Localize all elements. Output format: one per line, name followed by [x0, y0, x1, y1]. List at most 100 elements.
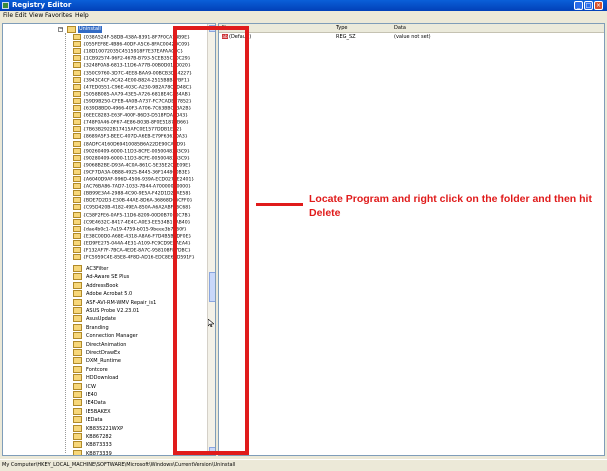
tree-item-label: KB873339	[86, 450, 112, 456]
folder-icon	[73, 211, 81, 218]
folder-icon	[73, 218, 81, 225]
folder-icon	[73, 239, 81, 246]
folder-icon	[73, 374, 82, 382]
folder-icon	[73, 281, 82, 289]
list-header: Name Type Data	[219, 24, 604, 33]
menu-view[interactable]: View	[29, 12, 43, 20]
collapse-icon[interactable]: −	[58, 27, 63, 32]
folder-icon	[73, 391, 82, 398]
status-path: My Computer\HKEY_LOCAL_MACHINE\SOFTWARE\…	[2, 462, 236, 468]
tree-item-program-key[interactable]: KB873339	[73, 449, 112, 456]
folder-icon	[73, 407, 82, 415]
folder-icon	[73, 433, 82, 440]
tree-item-guid-key[interactable]: {18D10072035C4515918F7E37EAFAACFC}	[73, 48, 183, 55]
menu-favorites[interactable]: Favorites	[45, 12, 72, 20]
folder-icon	[73, 332, 82, 340]
menu-bar: File Edit View Favorites Help	[0, 11, 607, 21]
registry-editor-icon	[2, 2, 9, 9]
folder-icon	[73, 48, 81, 55]
mouse-cursor-icon	[208, 319, 214, 327]
maximize-button[interactable]: □	[584, 1, 593, 10]
tree-item-label: IE40	[86, 392, 97, 398]
folder-icon	[73, 323, 82, 331]
folder-icon	[73, 161, 81, 168]
value-row-type: REG_SZ	[336, 34, 356, 40]
tree-item-guid-key[interactable]: {8ADFC4160D69410085B6A22DE90CA8D9}	[73, 140, 186, 148]
tree-item-guid-key[interactable]: {7B63B2922B17415AFC0E1577DDB1EC2}	[73, 126, 182, 133]
folder-icon	[73, 154, 81, 161]
folder-icon	[73, 416, 82, 424]
highlight-box	[173, 26, 249, 455]
tree-item-guid-key[interactable]: {dae4b0c1-7a19-4759-b015-9beee3b7360f}	[73, 225, 187, 233]
tree-item-label: DirectDrawEx	[86, 350, 121, 356]
tree-item-label: {8ADFC4160D69410085B6A22DE90CA8D9}	[83, 142, 186, 147]
annotation-pointer-line	[256, 203, 303, 206]
column-header-data[interactable]: Data	[394, 24, 406, 32]
values-list-pane[interactable]: Name Type Data ab (Default) REG_SZ (value…	[218, 23, 605, 456]
tree-item-label: Fontcore	[86, 366, 108, 373]
column-header-type[interactable]: Type	[336, 24, 347, 32]
folder-icon	[73, 176, 81, 182]
folder-icon	[73, 62, 81, 69]
tree-item-label: HDDownload	[86, 375, 119, 382]
folder-icon	[73, 315, 82, 323]
tree-item-label: KB835221WXP	[86, 425, 124, 432]
menu-help[interactable]: Help	[75, 12, 89, 20]
folder-icon	[73, 76, 81, 83]
tree-connector-line	[65, 33, 67, 453]
tree-item-label: KB873333	[86, 442, 112, 449]
tree-item-guid-key[interactable]: {8689A5F3-BEEC-407D-A6EB-E79F6362DA3}	[73, 133, 188, 140]
tree-item-label: {dae4b0c1-7a19-4759-b015-9beee3b7360f}	[83, 227, 187, 233]
folder-icon	[73, 449, 82, 455]
folder-icon	[73, 83, 81, 90]
tree-item-guid-key[interactable]: {6EEC8283-E63F-400F-86D3-D518FDA8D43}	[73, 112, 188, 119]
tree-item-label: IE4Data	[86, 400, 106, 407]
window-title: Registry Editor	[12, 1, 72, 9]
menu-file[interactable]: File	[3, 12, 13, 20]
folder-icon	[73, 225, 81, 232]
tree-item-label: DXM_Runtime	[86, 358, 121, 365]
tree-item-label: AC3Filter	[86, 266, 109, 272]
folder-icon	[73, 69, 81, 76]
folder-icon	[73, 441, 82, 449]
folder-icon	[73, 365, 82, 373]
folder-icon	[73, 140, 81, 147]
menu-edit[interactable]: Edit	[15, 12, 27, 20]
folder-icon	[73, 112, 81, 119]
folder-icon	[73, 190, 81, 197]
folder-icon	[73, 382, 82, 390]
close-button[interactable]: ×	[594, 1, 603, 10]
folder-icon	[73, 97, 81, 104]
tree-item-label: Adobe Acrobat 5.0	[86, 291, 133, 298]
folder-icon	[73, 232, 81, 239]
folder-icon	[73, 247, 81, 253]
selected-key-label: Uninstall	[78, 26, 102, 33]
folder-icon	[73, 349, 82, 356]
folder-icon	[73, 126, 81, 133]
tree-item-label: IE5BAKEX	[86, 408, 111, 415]
value-row-data: (value not set)	[394, 34, 431, 40]
folder-icon	[73, 34, 81, 40]
folder-icon	[73, 90, 81, 97]
tree-item-label: AsusUpdate	[86, 316, 116, 323]
folder-icon	[73, 254, 81, 261]
tree-item-label: {7B63B2922B17415AFC0E1577DDB1EC2}	[83, 127, 183, 133]
folder-icon	[73, 133, 81, 140]
folder-icon	[73, 105, 81, 111]
tree-item-label: DirectAnimation	[86, 341, 127, 348]
folder-icon	[73, 41, 81, 48]
folder-icon	[73, 265, 82, 272]
tree-item-label: ICW	[86, 383, 96, 390]
folder-icon	[73, 204, 81, 211]
minimize-button[interactable]: _	[574, 1, 583, 10]
folder-icon	[73, 197, 81, 204]
folder-icon	[73, 340, 82, 348]
tree-item-label: AddressBook	[86, 282, 119, 289]
title-bar: Registry Editor _ □ ×	[0, 0, 607, 11]
tree-item-label: Ad-Aware SE Plus	[86, 274, 130, 281]
folder-icon	[73, 399, 82, 407]
folder-icon	[73, 307, 82, 314]
folder-icon	[73, 357, 82, 365]
tree-item-guid-key[interactable]: {748F0A46-0F67-4E86-B03B-8F0E51871B66}	[73, 119, 189, 126]
tree-item-label: ASF-AVI-RM-WMV Repair_is1	[86, 299, 157, 306]
